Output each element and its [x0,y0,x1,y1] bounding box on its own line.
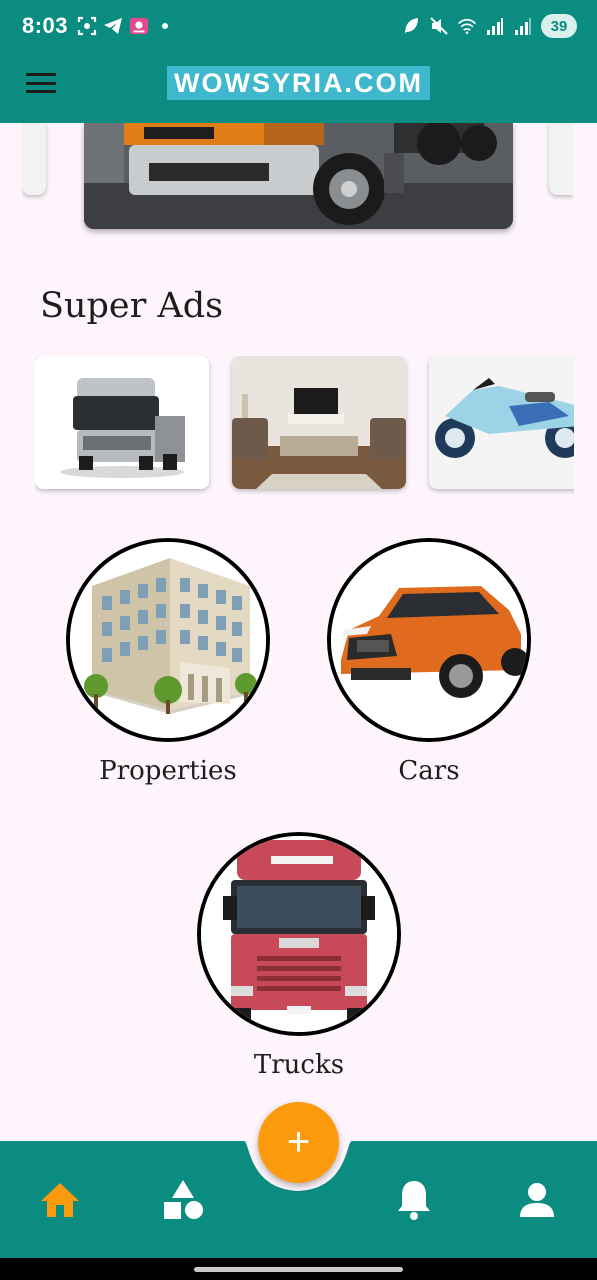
profile-person-icon[interactable] [515,1178,559,1222]
ad-card-truck[interactable] [35,356,209,489]
status-bar: 8:03 39 [0,0,597,54]
hamburger-menu-icon[interactable] [26,70,56,96]
hero-carousel[interactable] [22,123,573,243]
brand-title[interactable]: WOWSYRIA.COM [167,66,430,100]
category-label: Trucks [253,1050,345,1080]
screenshot-icon [77,15,97,37]
add-listing-fab[interactable]: + [258,1102,339,1183]
plus-icon: + [286,1120,311,1164]
leaf-icon [401,15,421,37]
categories-shapes-icon[interactable] [161,1178,205,1222]
carousel-next-card[interactable] [549,123,573,195]
super-ads-row[interactable] [35,356,574,496]
app-notification-icon [129,15,149,37]
category-label: Properties [99,756,237,786]
signal-icon [513,15,533,37]
ad-card-motorcycle[interactable] [429,356,574,489]
system-navigation-bar [0,1258,597,1280]
dot-icon [155,15,175,37]
status-time: 8:03 [22,13,69,38]
home-gesture-pill[interactable] [194,1267,403,1272]
mute-icon [429,15,449,37]
red-truck-image[interactable] [197,832,401,1036]
carousel-prev-card[interactable] [22,123,46,195]
category-cars[interactable]: Cars [327,538,531,786]
notifications-bell-icon[interactable] [392,1178,436,1222]
building-image[interactable] [66,538,270,742]
battery-indicator: 39 [541,14,577,38]
category-properties[interactable]: Properties [66,538,270,786]
wifi-icon [457,15,477,37]
super-ads-title: Super Ads [40,286,224,326]
category-label: Cars [398,756,460,786]
home-icon[interactable] [38,1178,82,1222]
ad-card-living-room[interactable] [232,356,406,489]
hero-truck-image[interactable] [84,123,513,229]
orange-suv-image[interactable] [327,538,531,742]
telegram-icon [103,15,123,37]
category-trucks[interactable]: Trucks [197,832,401,1080]
signal-icon [485,15,505,37]
app-header: 8:03 39 WOWSYRIA.COM [0,0,597,123]
